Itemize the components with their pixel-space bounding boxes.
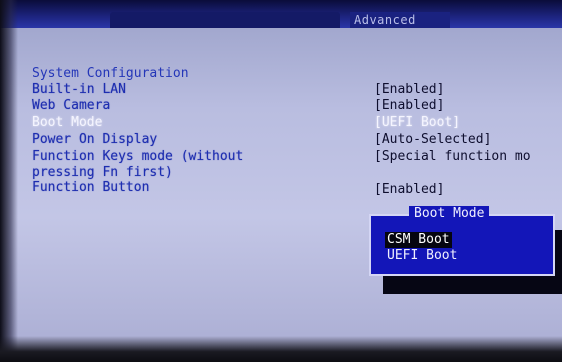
- setting-label-function-keys-mode[interactable]: Function Keys mode (without: [32, 149, 243, 165]
- screen-bezel-bottom: [0, 336, 562, 362]
- boot-mode-popup: Boot Mode CSM Boot UEFI Boot: [369, 206, 555, 276]
- setting-label-boot-mode[interactable]: Boot Mode: [32, 115, 102, 131]
- section-title: System Configuration: [32, 66, 189, 81]
- setting-value-function-keys-mode[interactable]: [Special function mo: [374, 149, 531, 165]
- setting-value-function-button[interactable]: [Enabled]: [374, 182, 444, 198]
- setting-label-built-in-lan[interactable]: Built-in LAN: [32, 82, 126, 98]
- setting-value-power-on-display[interactable]: [Auto-Selected]: [374, 132, 491, 148]
- top-tab-bar: Advanced: [0, 0, 562, 28]
- bios-screen: Advanced System Configuration Built-in L…: [0, 0, 562, 362]
- tab-main[interactable]: [110, 12, 340, 28]
- popup-title: Boot Mode: [409, 206, 490, 222]
- screen-bezel-left: [0, 0, 18, 362]
- setting-value-boot-mode[interactable]: [UEFI Boot]: [374, 115, 460, 131]
- setting-label-power-on-display[interactable]: Power On Display: [32, 132, 157, 148]
- tab-advanced[interactable]: Advanced: [350, 12, 450, 28]
- setting-value-built-in-lan[interactable]: [Enabled]: [374, 82, 444, 98]
- setting-label-function-keys-mode-line2[interactable]: pressing Fn first): [32, 165, 173, 181]
- setting-value-web-camera[interactable]: [Enabled]: [374, 98, 444, 114]
- popup-option-uefi-boot[interactable]: UEFI Boot: [385, 248, 459, 264]
- popup-option-csm-boot[interactable]: CSM Boot: [385, 232, 452, 248]
- setting-label-function-button[interactable]: Function Button: [32, 180, 149, 196]
- setting-label-web-camera[interactable]: Web Camera: [32, 98, 110, 114]
